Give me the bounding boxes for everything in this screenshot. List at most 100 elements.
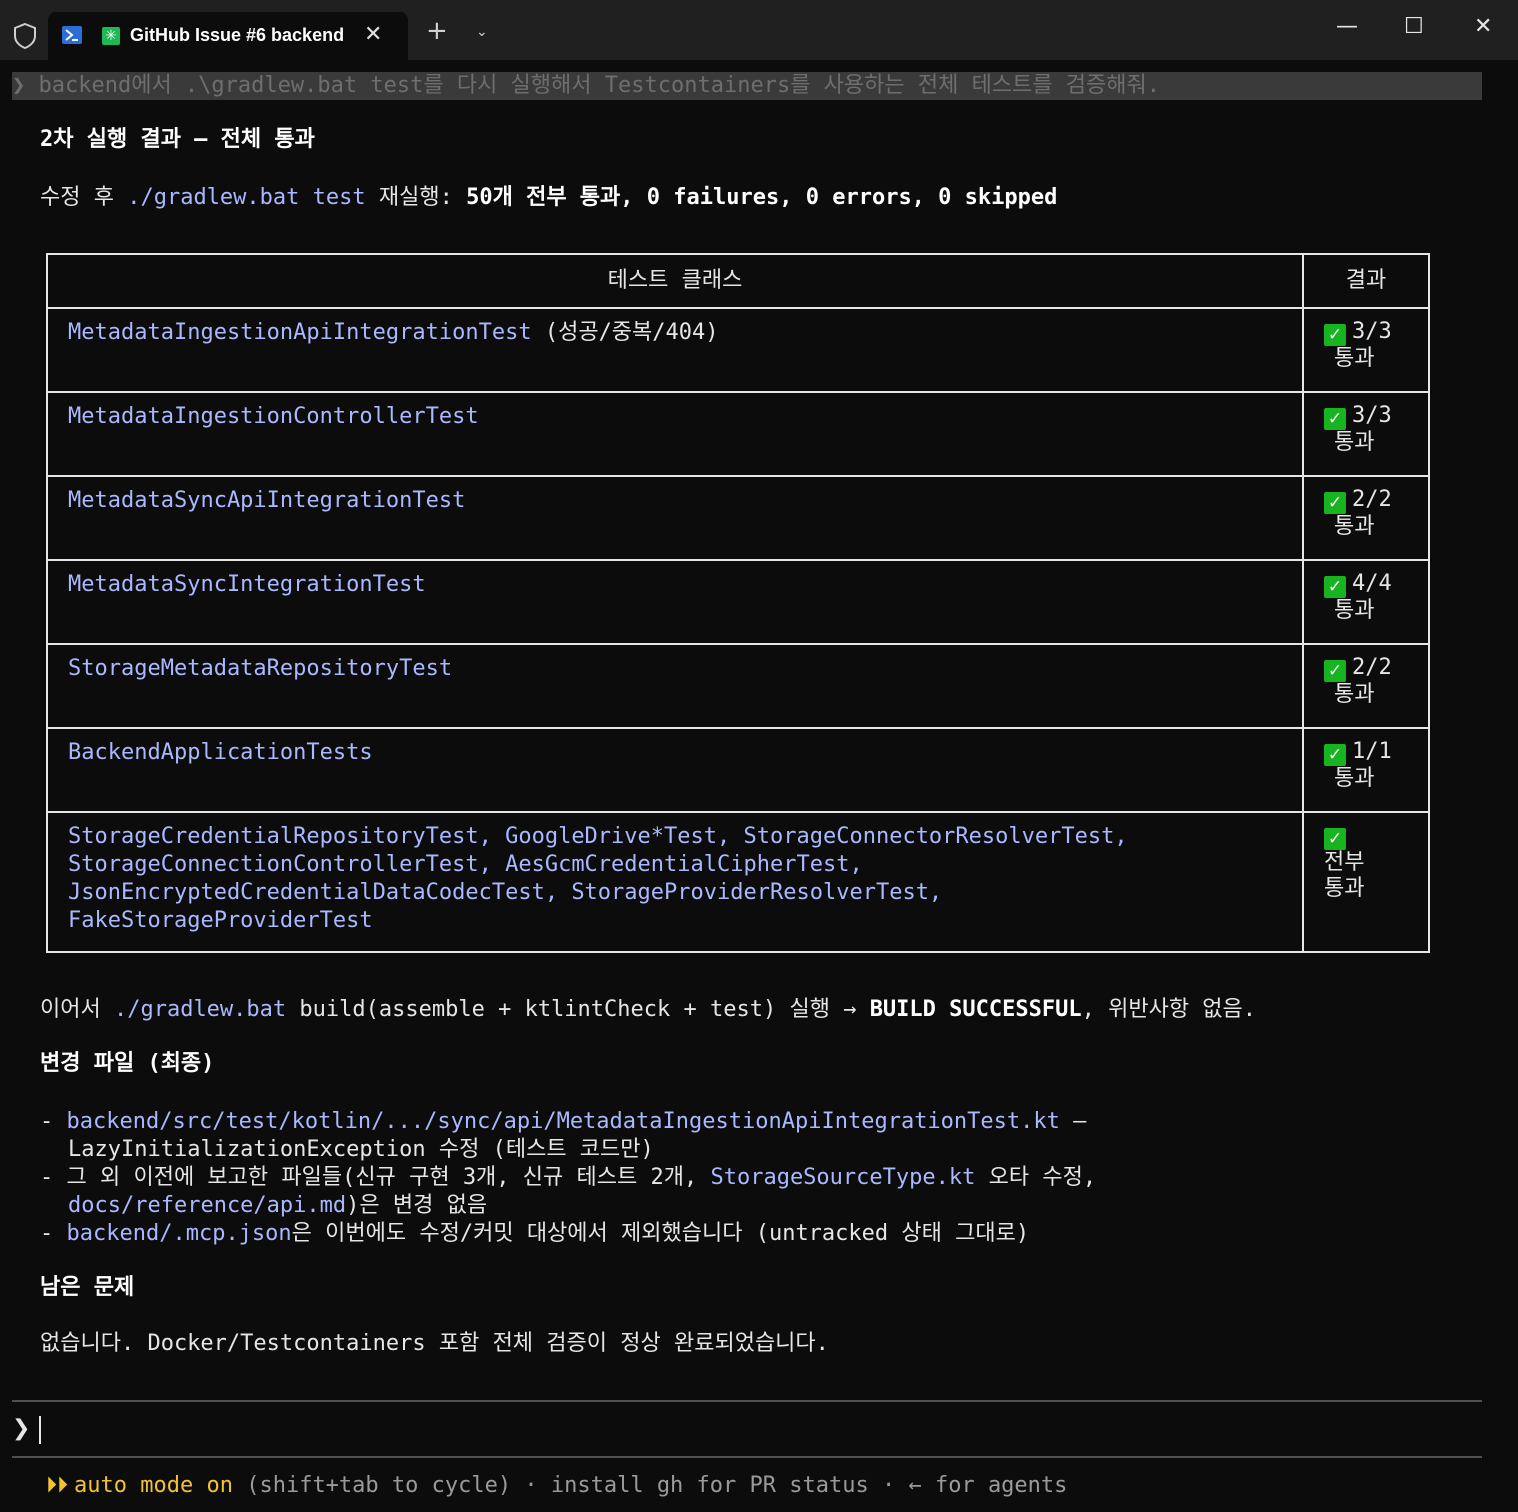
test-class-line: StorageConnectionControllerTest, AesGcmC… xyxy=(68,852,863,877)
result-status: 전부 xyxy=(1324,850,1365,875)
shield-icon xyxy=(14,22,36,50)
result-count: 2/2 xyxy=(1352,487,1392,512)
test-class-cell: MetadataIngestionControllerTest xyxy=(46,391,1304,477)
item-tail: 은 이번에도 수정/커밋 대상에서 제외했습니다 (untracked 상태 그… xyxy=(291,1221,1030,1246)
result-cell: ✓ 3/3 통과 xyxy=(1302,391,1430,477)
build-command: ./gradlew.bat xyxy=(113,997,287,1022)
test-class-cell: MetadataSyncApiIntegrationTest xyxy=(46,475,1304,561)
test-class-name: StorageMetadataRepositoryTest xyxy=(68,656,453,681)
file-path: StorageSourceType.kt xyxy=(710,1165,976,1190)
item-tail: 오타 수정, xyxy=(975,1165,1097,1190)
prompt-symbol: ❯ xyxy=(12,1416,31,1441)
previous-command: ❯ backend에서 .\gradlew.bat test를 다시 실행해서 … xyxy=(12,72,1482,100)
result-status: 통과 xyxy=(1334,514,1375,539)
build-line: 이어서 ./gradlew.bat build(assemble + ktlin… xyxy=(40,996,1256,1024)
result-count: 1/1 xyxy=(1352,739,1392,764)
test-class-name: MetadataIngestionApiIntegrationTest xyxy=(68,320,532,345)
test-class-line: FakeStorageProviderTest xyxy=(68,908,373,933)
test-class-name: BackendApplicationTests xyxy=(68,740,373,765)
build-result: BUILD SUCCESSFUL xyxy=(869,997,1082,1022)
header-test-class: 테스트 클래스 xyxy=(46,253,1304,309)
title-bar: ✳ GitHub Issue #6 backend ✕ + ⌄ — ☐ ✕ xyxy=(0,0,1518,60)
table-row: MetadataSyncApiIntegrationTest ✓ 2/2 통과 xyxy=(46,475,1430,561)
result-status: 통과 xyxy=(1334,766,1375,791)
minimize-button[interactable]: — xyxy=(1336,14,1358,39)
item-tail: )은 변경 없음 xyxy=(346,1193,488,1218)
check-icon: ✓ xyxy=(1324,408,1346,430)
remaining-text: 없습니다. Docker/Testcontainers 포함 전체 검증이 정상… xyxy=(40,1331,829,1356)
list-item: - backend/src/test/kotlin/.../sync/api/M… xyxy=(40,1108,1086,1164)
input-bottom-divider xyxy=(12,1456,1482,1458)
check-icon: ✓ xyxy=(1324,492,1346,514)
check-icon: ✓ xyxy=(1324,576,1346,598)
result-count: 3/3 xyxy=(1352,403,1392,428)
close-button[interactable]: ✕ xyxy=(1474,14,1492,39)
result-status: 통과 xyxy=(1334,346,1375,371)
result-status: 통과 xyxy=(1334,430,1375,455)
result-cell: ✓ 4/4 통과 xyxy=(1302,559,1430,645)
check-icon: ✓ xyxy=(1324,828,1346,850)
result-cell: ✓ 1/1 통과 xyxy=(1302,727,1430,813)
prompt-input[interactable] xyxy=(39,1416,41,1444)
test-class-cell: BackendApplicationTests xyxy=(46,727,1304,813)
check-icon: ✓ xyxy=(1324,744,1346,766)
remaining-heading: 남은 문제 xyxy=(40,1275,135,1300)
result-count: 2/2 xyxy=(1352,655,1392,680)
file-path: backend/src/test/kotlin/.../sync/api/Met… xyxy=(66,1109,1060,1134)
file-path: docs/reference/api.md xyxy=(68,1193,347,1218)
input-top-divider xyxy=(12,1400,1482,1402)
test-class-name: MetadataSyncApiIntegrationTest xyxy=(68,488,466,513)
table-header-row: 테스트 클래스 결과 xyxy=(46,253,1430,309)
mode-label: auto mode on xyxy=(74,1473,233,1498)
result-status: 통과 xyxy=(1334,598,1375,623)
list-item: - backend/.mcp.json은 이번에도 수정/커밋 대상에서 제외했… xyxy=(40,1220,1029,1248)
result-status: 통과 xyxy=(1324,876,1365,901)
mode-arrows-icon: ⏵⏵ xyxy=(46,1473,69,1498)
table-row: StorageMetadataRepositoryTest ✓ 2/2 통과 xyxy=(46,643,1430,729)
item-text: 그 외 이전에 보고한 파일들(신규 구현 3개, 신규 테스트 2개, xyxy=(66,1165,711,1190)
test-class-line: JsonEncryptedCredentialDataCodecTest, St… xyxy=(68,880,943,905)
powershell-icon xyxy=(62,26,82,44)
tab-close-icon[interactable]: ✕ xyxy=(364,22,382,47)
bullet-dash: - xyxy=(40,1165,67,1190)
bullet-dash: - xyxy=(40,1109,67,1134)
check-icon: ✓ xyxy=(1324,324,1346,346)
result-count: 3/3 xyxy=(1352,319,1392,344)
test-class-name: MetadataIngestionControllerTest xyxy=(68,404,479,429)
tab-title: GitHub Issue #6 backend xyxy=(130,25,345,45)
result-cell: ✓ 3/3 통과 xyxy=(1302,307,1430,393)
result-count: 4/4 xyxy=(1352,571,1392,596)
summary-line: 수정 후 ./gradlew.bat test 재실행: 50개 전부 통과, … xyxy=(40,184,1057,212)
list-item: - 그 외 이전에 보고한 파일들(신규 구현 3개, 신규 테스트 2개, S… xyxy=(40,1164,1096,1220)
summary-middle: 재실행: xyxy=(365,185,467,210)
header-result: 결과 xyxy=(1302,253,1430,309)
result-heading: 2차 실행 결과 — 전체 통과 xyxy=(40,127,315,152)
table-row: BackendApplicationTests ✓ 1/1 통과 xyxy=(46,727,1430,813)
table-row: MetadataIngestionControllerTest ✓ 3/3 통과 xyxy=(46,391,1430,477)
table-row: MetadataSyncIntegrationTest ✓ 4/4 통과 xyxy=(46,559,1430,645)
result-status: 통과 xyxy=(1334,682,1375,707)
check-icon: ✓ xyxy=(1324,660,1346,682)
summary-command: ./gradlew.bat test xyxy=(127,185,366,210)
result-cell: ✓ 전부 통과 xyxy=(1302,811,1430,953)
tab-github-issue[interactable]: ✳ GitHub Issue #6 backend ✕ xyxy=(48,12,408,60)
test-class-suffix: (성공/중복/404) xyxy=(531,320,719,345)
status-hint: (shift+tab to cycle) · install gh for PR… xyxy=(232,1473,1068,1498)
build-prefix: 이어서 xyxy=(40,997,114,1022)
tab-dropdown-icon[interactable]: ⌄ xyxy=(476,24,488,40)
claude-icon: ✳ xyxy=(102,27,120,45)
item-desc: LazyInitializationException 수정 (테스트 코드만) xyxy=(68,1137,654,1162)
test-class-cell: MetadataIngestionApiIntegrationTest (성공/… xyxy=(46,307,1304,393)
new-tab-button[interactable]: + xyxy=(426,18,448,44)
build-args: build(assemble + ktlintCheck + test) 실행 … xyxy=(286,997,870,1022)
summary-prefix: 수정 후 xyxy=(40,185,128,210)
test-class-cell: StorageCredentialRepositoryTest, GoogleD… xyxy=(46,811,1304,953)
result-cell: ✓ 2/2 통과 xyxy=(1302,475,1430,561)
maximize-button[interactable]: ☐ xyxy=(1404,14,1424,39)
test-class-name: MetadataSyncIntegrationTest xyxy=(68,572,426,597)
changed-files-heading: 변경 파일 (최종) xyxy=(40,1051,215,1076)
table-row: StorageCredentialRepositoryTest, GoogleD… xyxy=(46,811,1430,953)
summary-count: 50개 전부 통과, 0 failures, 0 errors, 0 skipp… xyxy=(466,185,1058,210)
test-class-cell: MetadataSyncIntegrationTest xyxy=(46,559,1304,645)
status-bar: ⏵⏵ auto mode on (shift+tab to cycle) · in… xyxy=(46,1472,1067,1500)
